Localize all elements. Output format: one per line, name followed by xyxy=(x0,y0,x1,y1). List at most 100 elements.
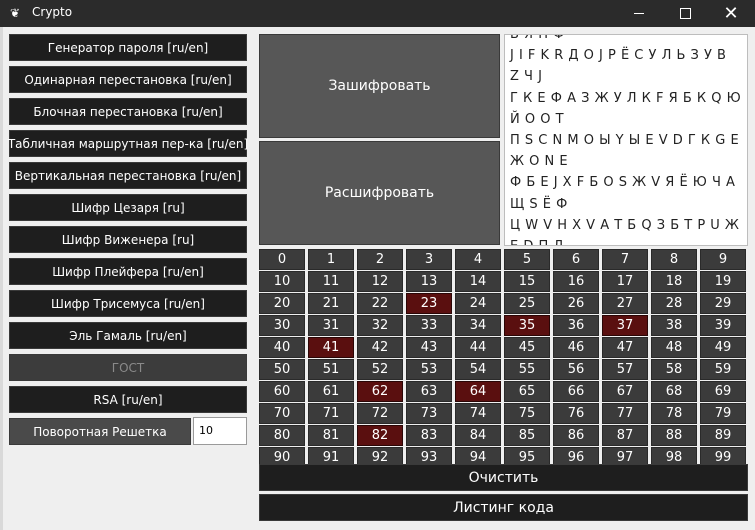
grid-header-cell[interactable]: 4 xyxy=(455,249,501,270)
grid-cell[interactable]: 22 xyxy=(357,293,403,314)
grid-cell[interactable]: 81 xyxy=(308,425,354,446)
grid-cell[interactable]: 70 xyxy=(259,403,305,424)
grid-header-cell[interactable]: 5 xyxy=(504,249,550,270)
grid-cell-selected[interactable]: 35 xyxy=(504,315,550,336)
grid-cell[interactable]: 28 xyxy=(651,293,697,314)
grid-cell[interactable]: 36 xyxy=(553,315,599,336)
grid-cell[interactable]: 49 xyxy=(700,337,746,358)
grid-cell[interactable]: 50 xyxy=(259,359,305,380)
grid-cell[interactable]: 72 xyxy=(357,403,403,424)
block-permutation-button[interactable]: Блочная перестановка [ru/en] xyxy=(9,98,247,125)
grid-cell[interactable]: 89 xyxy=(700,425,746,446)
grid-cell[interactable]: 60 xyxy=(259,381,305,402)
grid-cell[interactable]: 57 xyxy=(602,359,648,380)
grid-cell[interactable]: 74 xyxy=(455,403,501,424)
grid-cell[interactable]: 69 xyxy=(700,381,746,402)
grid-cell[interactable]: 43 xyxy=(406,337,452,358)
rotating-grille-button[interactable]: Поворотная Решетка xyxy=(9,418,191,445)
output-text-area[interactable]: В Я Н Ф J I F K R Д О J Р Ё С У Л Ь З У … xyxy=(504,34,748,246)
grid-cell-selected[interactable]: 82 xyxy=(357,425,403,446)
grid-cell[interactable]: 51 xyxy=(308,359,354,380)
grid-cell[interactable]: 29 xyxy=(700,293,746,314)
grid-header-cell[interactable]: 2 xyxy=(357,249,403,270)
grid-cell[interactable]: 66 xyxy=(553,381,599,402)
grid-cell[interactable]: 30 xyxy=(259,315,305,336)
elgamal-button[interactable]: Эль Гамаль [ru/en] xyxy=(9,322,247,349)
grid-cell[interactable]: 71 xyxy=(308,403,354,424)
grid-cell[interactable]: 68 xyxy=(651,381,697,402)
grid-cell[interactable]: 13 xyxy=(406,271,452,292)
grid-header-cell[interactable]: 8 xyxy=(651,249,697,270)
minimize-button[interactable] xyxy=(616,0,662,27)
grid-cell[interactable]: 19 xyxy=(700,271,746,292)
grid-cell-selected[interactable]: 64 xyxy=(455,381,501,402)
grid-cell[interactable]: 26 xyxy=(553,293,599,314)
grid-header-cell[interactable]: 6 xyxy=(553,249,599,270)
grid-cell[interactable]: 78 xyxy=(651,403,697,424)
grid-cell[interactable]: 45 xyxy=(504,337,550,358)
grid-cell[interactable]: 83 xyxy=(406,425,452,446)
single-permutation-button[interactable]: Одинарная перестановка [ru/en] xyxy=(9,66,247,93)
grid-cell-selected[interactable]: 23 xyxy=(406,293,452,314)
grid-cell[interactable]: 34 xyxy=(455,315,501,336)
grid-cell[interactable]: 14 xyxy=(455,271,501,292)
grid-cell[interactable]: 25 xyxy=(504,293,550,314)
grid-cell[interactable]: 21 xyxy=(308,293,354,314)
grid-cell[interactable]: 32 xyxy=(357,315,403,336)
grid-cell[interactable]: 16 xyxy=(553,271,599,292)
playfair-cipher-button[interactable]: Шифр Плейфера [ru/en] xyxy=(9,258,247,285)
grid-cell[interactable]: 10 xyxy=(259,271,305,292)
vigenere-cipher-button[interactable]: Шифр Виженера [ru] xyxy=(9,226,247,253)
grid-cell[interactable]: 33 xyxy=(406,315,452,336)
grid-cell[interactable]: 65 xyxy=(504,381,550,402)
grid-cell[interactable]: 59 xyxy=(700,359,746,380)
grid-cell[interactable]: 79 xyxy=(700,403,746,424)
grid-cell-selected[interactable]: 37 xyxy=(602,315,648,336)
table-route-permutation-button[interactable]: Табличная маршрутная пер-ка [ru/en] xyxy=(8,130,248,157)
grid-cell[interactable]: 87 xyxy=(602,425,648,446)
grid-cell-selected[interactable]: 41 xyxy=(308,337,354,358)
grid-cell[interactable]: 39 xyxy=(700,315,746,336)
grid-cell[interactable]: 76 xyxy=(553,403,599,424)
grid-cell[interactable]: 46 xyxy=(553,337,599,358)
caesar-cipher-button[interactable]: Шифр Цезаря [ru] xyxy=(9,194,247,221)
grid-cell[interactable]: 84 xyxy=(455,425,501,446)
grid-cell[interactable]: 15 xyxy=(504,271,550,292)
grid-header-cell[interactable]: 7 xyxy=(602,249,648,270)
grid-cell[interactable]: 27 xyxy=(602,293,648,314)
grid-cell[interactable]: 48 xyxy=(651,337,697,358)
grid-cell[interactable]: 56 xyxy=(553,359,599,380)
grid-cell[interactable]: 12 xyxy=(357,271,403,292)
grid-cell[interactable]: 44 xyxy=(455,337,501,358)
maximize-button[interactable] xyxy=(662,0,708,27)
clear-button[interactable]: Очистить xyxy=(259,464,748,491)
grid-cell[interactable]: 77 xyxy=(602,403,648,424)
close-button[interactable]: ✕ xyxy=(708,0,754,27)
grid-cell[interactable]: 24 xyxy=(455,293,501,314)
grid-cell[interactable]: 40 xyxy=(259,337,305,358)
grid-cell[interactable]: 73 xyxy=(406,403,452,424)
grid-cell[interactable]: 88 xyxy=(651,425,697,446)
grid-cell[interactable]: 86 xyxy=(553,425,599,446)
grid-cell[interactable]: 67 xyxy=(602,381,648,402)
grid-cell-selected[interactable]: 62 xyxy=(357,381,403,402)
grid-cell[interactable]: 80 xyxy=(259,425,305,446)
grid-cell[interactable]: 85 xyxy=(504,425,550,446)
grid-cell[interactable]: 47 xyxy=(602,337,648,358)
grid-cell[interactable]: 31 xyxy=(308,315,354,336)
encrypt-button[interactable]: Зашифровать xyxy=(259,34,500,138)
grid-cell[interactable]: 20 xyxy=(259,293,305,314)
decrypt-button[interactable]: Расшифровать xyxy=(259,141,500,245)
grid-cell[interactable]: 61 xyxy=(308,381,354,402)
grid-cell[interactable]: 52 xyxy=(357,359,403,380)
grid-cell[interactable]: 58 xyxy=(651,359,697,380)
grid-cell[interactable]: 53 xyxy=(406,359,452,380)
grid-cell[interactable]: 42 xyxy=(357,337,403,358)
grid-cell[interactable]: 55 xyxy=(504,359,550,380)
grid-header-cell[interactable]: 3 xyxy=(406,249,452,270)
grid-cell[interactable]: 54 xyxy=(455,359,501,380)
grid-header-cell[interactable]: 1 xyxy=(308,249,354,270)
rsa-button[interactable]: RSA [ru/en] xyxy=(9,386,247,413)
trithemius-cipher-button[interactable]: Шифр Трисемуса [ru/en] xyxy=(9,290,247,317)
code-listing-button[interactable]: Листинг кода xyxy=(259,494,748,521)
